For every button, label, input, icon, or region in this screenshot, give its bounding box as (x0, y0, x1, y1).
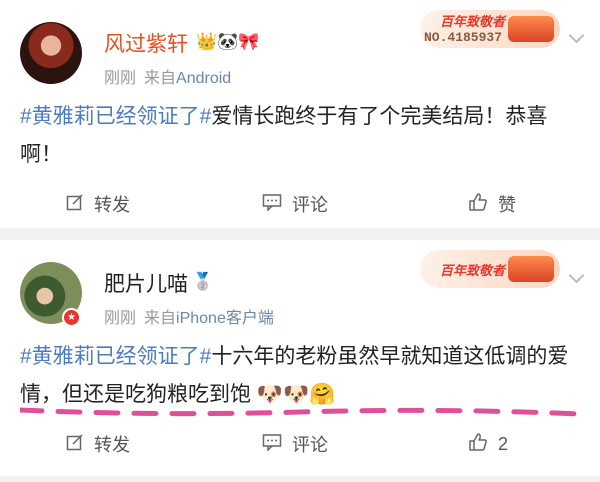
badge-title: 百年致敬者 (440, 264, 506, 279)
weibo-post-1: 风过紫轩 👑🐼🎀 刚刚 来自Android 百年致敬者 NO.4185937 #黄… (0, 0, 600, 228)
like-label: 赞 (498, 195, 516, 215)
comment-label: 评论 (292, 435, 328, 455)
comment-icon (262, 433, 282, 456)
comment-icon (262, 193, 282, 216)
repost-button[interactable]: 转发 (66, 424, 130, 464)
comment-label: 评论 (292, 195, 328, 215)
star-badge-icon: ★ (62, 308, 81, 327)
post-meta: 刚刚 来自iPhone客户端 (104, 304, 274, 328)
post-time: 刚刚 (104, 310, 137, 327)
emoji-icon: 🐶🐶🤗 (256, 383, 336, 406)
topic-link[interactable]: #黄雅莉已经领证了# (20, 345, 211, 368)
action-bar: 转发 评论 赞 (0, 184, 600, 224)
chevron-down-icon[interactable] (568, 267, 585, 284)
like-button[interactable]: 2 (468, 424, 508, 464)
action-bar: 转发 评论 2 (0, 424, 600, 464)
weibo-post-2: ★ 肥片儿喵 🥈 刚刚 来自iPhone客户端 百年致敬者 #黄雅莉已经领证了#十… (0, 240, 600, 476)
comment-button[interactable]: 评论 (262, 184, 328, 224)
source-prefix: 来自 (144, 310, 177, 327)
thumbs-up-icon (468, 192, 488, 217)
badge-title: 百年致敬者 (440, 15, 506, 30)
edit-square-icon (66, 433, 84, 456)
comment-button[interactable]: 评论 (262, 424, 328, 464)
badge-number: NO.4185937 (424, 30, 503, 45)
post-time: 刚刚 (104, 70, 137, 87)
like-count: 2 (498, 433, 509, 454)
source-device: Android (176, 70, 232, 87)
post-text: #黄雅莉已经领证了#爱情长跑终于有了个完美结局！恭喜啊！ (20, 98, 580, 174)
repost-button[interactable]: 转发 (66, 184, 130, 224)
repost-label: 转发 (94, 435, 130, 455)
like-button[interactable]: 赞 (468, 184, 516, 224)
username[interactable]: 肥片儿喵 (104, 268, 188, 298)
username[interactable]: 风过紫轩 (104, 28, 188, 58)
edit-square-icon (66, 193, 84, 216)
badge-vehicle-icon (508, 256, 554, 282)
avatar[interactable] (20, 22, 82, 84)
thumbs-up-icon (468, 432, 488, 457)
member-badges-icon: 👑🐼🎀 (196, 32, 260, 52)
post-text: #黄雅莉已经领证了#十六年的老粉虽然早就知道这低调的爱情，但还是吃狗粮吃到饱 🐶… (20, 338, 580, 414)
source-device: iPhone客户端 (176, 310, 274, 327)
chevron-down-icon[interactable] (568, 27, 585, 44)
centenary-badge[interactable]: 百年致敬者 NO.4185937 (420, 10, 560, 48)
dashed-annotation-line (20, 407, 580, 417)
source-prefix: 来自 (144, 70, 177, 87)
medal-icon: 🥈 (192, 272, 214, 292)
topic-link[interactable]: #黄雅莉已经领证了# (20, 105, 211, 128)
repost-label: 转发 (94, 195, 130, 215)
badge-vehicle-icon (508, 16, 554, 42)
centenary-badge[interactable]: 百年致敬者 (420, 250, 560, 288)
post-meta: 刚刚 来自Android (104, 64, 231, 88)
